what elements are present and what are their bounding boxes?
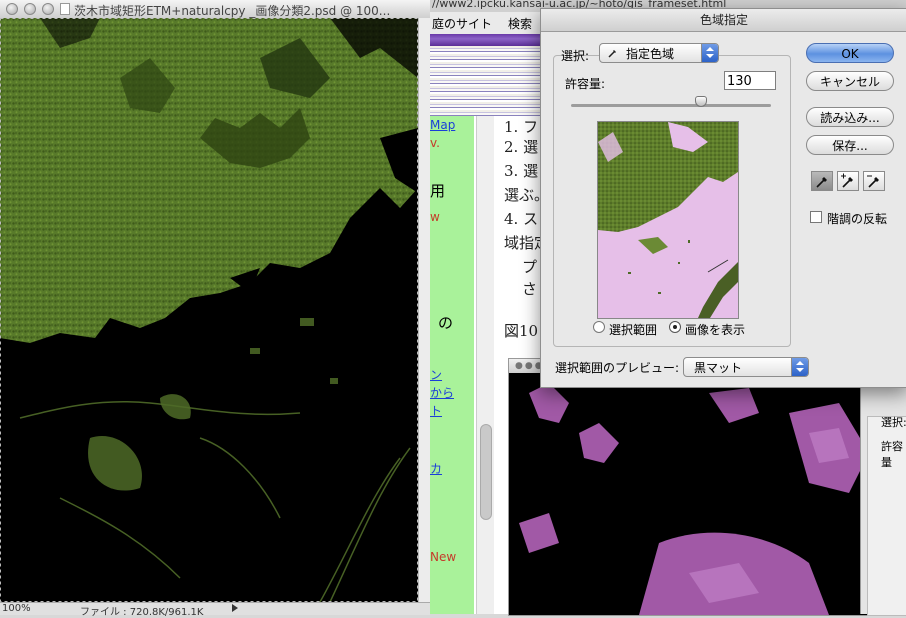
navigation-frame: Map v. 用 w の ン から ト カ New: [430, 116, 474, 614]
image-radio-label[interactable]: 画像を表示: [685, 321, 745, 338]
invert-label[interactable]: 階調の反転: [827, 210, 887, 227]
close-window-icon[interactable]: [6, 3, 18, 15]
content-line: 1. フ: [504, 118, 539, 136]
add-eyedropper-button[interactable]: [837, 171, 859, 191]
preview-matte-popup[interactable]: 黒マット: [683, 357, 809, 377]
bookmark-site-link[interactable]: 庭のサイト: [432, 15, 492, 32]
zoom-window-icon[interactable]: [42, 3, 54, 15]
status-menu-arrow-icon[interactable]: [232, 604, 238, 612]
eyedropper-button[interactable]: [811, 171, 833, 191]
document-title: 茨木市域矩形ETM+naturalcpy _画像分類2.psd @ 100...: [74, 4, 391, 18]
invert-checkbox[interactable]: [810, 211, 822, 223]
preview-image: [598, 122, 738, 318]
preview-matte-label: 選択範囲のプレビュー:: [555, 361, 680, 375]
image-canvas[interactable]: [0, 18, 419, 602]
background-select-label: 選択:: [881, 416, 906, 429]
selection-mask-image: [509, 373, 889, 615]
content-line: プ: [522, 258, 538, 276]
tolerance-input[interactable]: 130: [724, 71, 776, 90]
nav-scrollbar[interactable]: [476, 116, 495, 614]
cancel-button[interactable]: キャンセル: [806, 71, 894, 91]
tolerance-slider-track[interactable]: [571, 104, 771, 107]
eyedropper-minus-icon: [867, 175, 879, 188]
ok-button[interactable]: OK: [806, 43, 894, 63]
minimize-window-icon[interactable]: [24, 3, 36, 15]
nav-heading-no: の: [438, 314, 454, 332]
eyedropper-icon: [608, 50, 616, 58]
bookmark-search-menu[interactable]: 検索: [508, 15, 532, 32]
eyedropper-icon: [816, 177, 827, 188]
matte-value: 黒マット: [694, 361, 743, 375]
photoshop-document-window: 茨木市域矩形ETM+naturalcpy _画像分類2.psd @ 100...: [0, 0, 431, 618]
nav-scroll-thumb[interactable]: [480, 424, 492, 520]
selection-radio-label[interactable]: 選択範囲: [609, 321, 657, 338]
nav-link-b[interactable]: から: [430, 384, 454, 401]
select-label: 選択:: [561, 49, 590, 63]
nav-new-label: New: [430, 550, 457, 564]
load-button[interactable]: 読み込み...: [806, 107, 894, 127]
dialog-title[interactable]: 色域指定: [541, 9, 906, 32]
eyedropper-plus-icon: [841, 173, 853, 188]
popup-arrows-icon: [791, 358, 808, 376]
save-button[interactable]: 保存...: [806, 135, 894, 155]
nav-link-map[interactable]: Map: [430, 118, 455, 132]
content-line: さ: [522, 280, 538, 298]
nav-heading-use: 用: [430, 182, 446, 200]
preview-image-window[interactable]: ●●●: [508, 358, 890, 616]
zoom-level[interactable]: 100%: [2, 603, 31, 614]
document-title-bar[interactable]: 茨木市域矩形ETM+naturalcpy _画像分類2.psd @ 100...: [0, 0, 430, 19]
file-size-info: ファイル : 720.8K/961.1K: [80, 607, 204, 618]
nav-link-a[interactable]: ン: [430, 366, 442, 383]
figure-caption: 図10: [504, 322, 539, 340]
nav-new-mark: w: [430, 210, 440, 224]
popup-arrows-icon: [701, 44, 718, 62]
satellite-image: [0, 18, 418, 602]
document-icon: [60, 3, 70, 15]
content-line: 3. 選: [504, 162, 539, 180]
selection-radio[interactable]: [593, 321, 605, 333]
content-line: 2. 選: [504, 138, 539, 156]
content-line: 4. ス: [504, 210, 539, 228]
subtract-eyedropper-button[interactable]: [863, 171, 885, 191]
nav-link-d[interactable]: カ: [430, 460, 442, 477]
select-popup[interactable]: 指定色域: [599, 43, 719, 63]
selection-preview[interactable]: [597, 121, 739, 319]
image-radio[interactable]: [669, 321, 681, 333]
radio-selected-dot: [673, 325, 677, 329]
background-tolerance-label: 許容量: [881, 440, 903, 469]
tolerance-label: 許容量:: [565, 77, 606, 91]
nav-link-c[interactable]: ト: [430, 402, 442, 419]
select-value: 指定色域: [626, 47, 675, 61]
color-range-dialog: 色域指定 選択: 指定色域 許容量: 130 選択範囲 画像を表示 選択範囲のプ…: [540, 8, 906, 388]
status-bar: 100% ファイル : 720.8K/961.1K: [0, 602, 430, 618]
nav-note: v.: [430, 136, 440, 150]
background-color-range-dialog: 選択: 許容量: [860, 386, 906, 616]
